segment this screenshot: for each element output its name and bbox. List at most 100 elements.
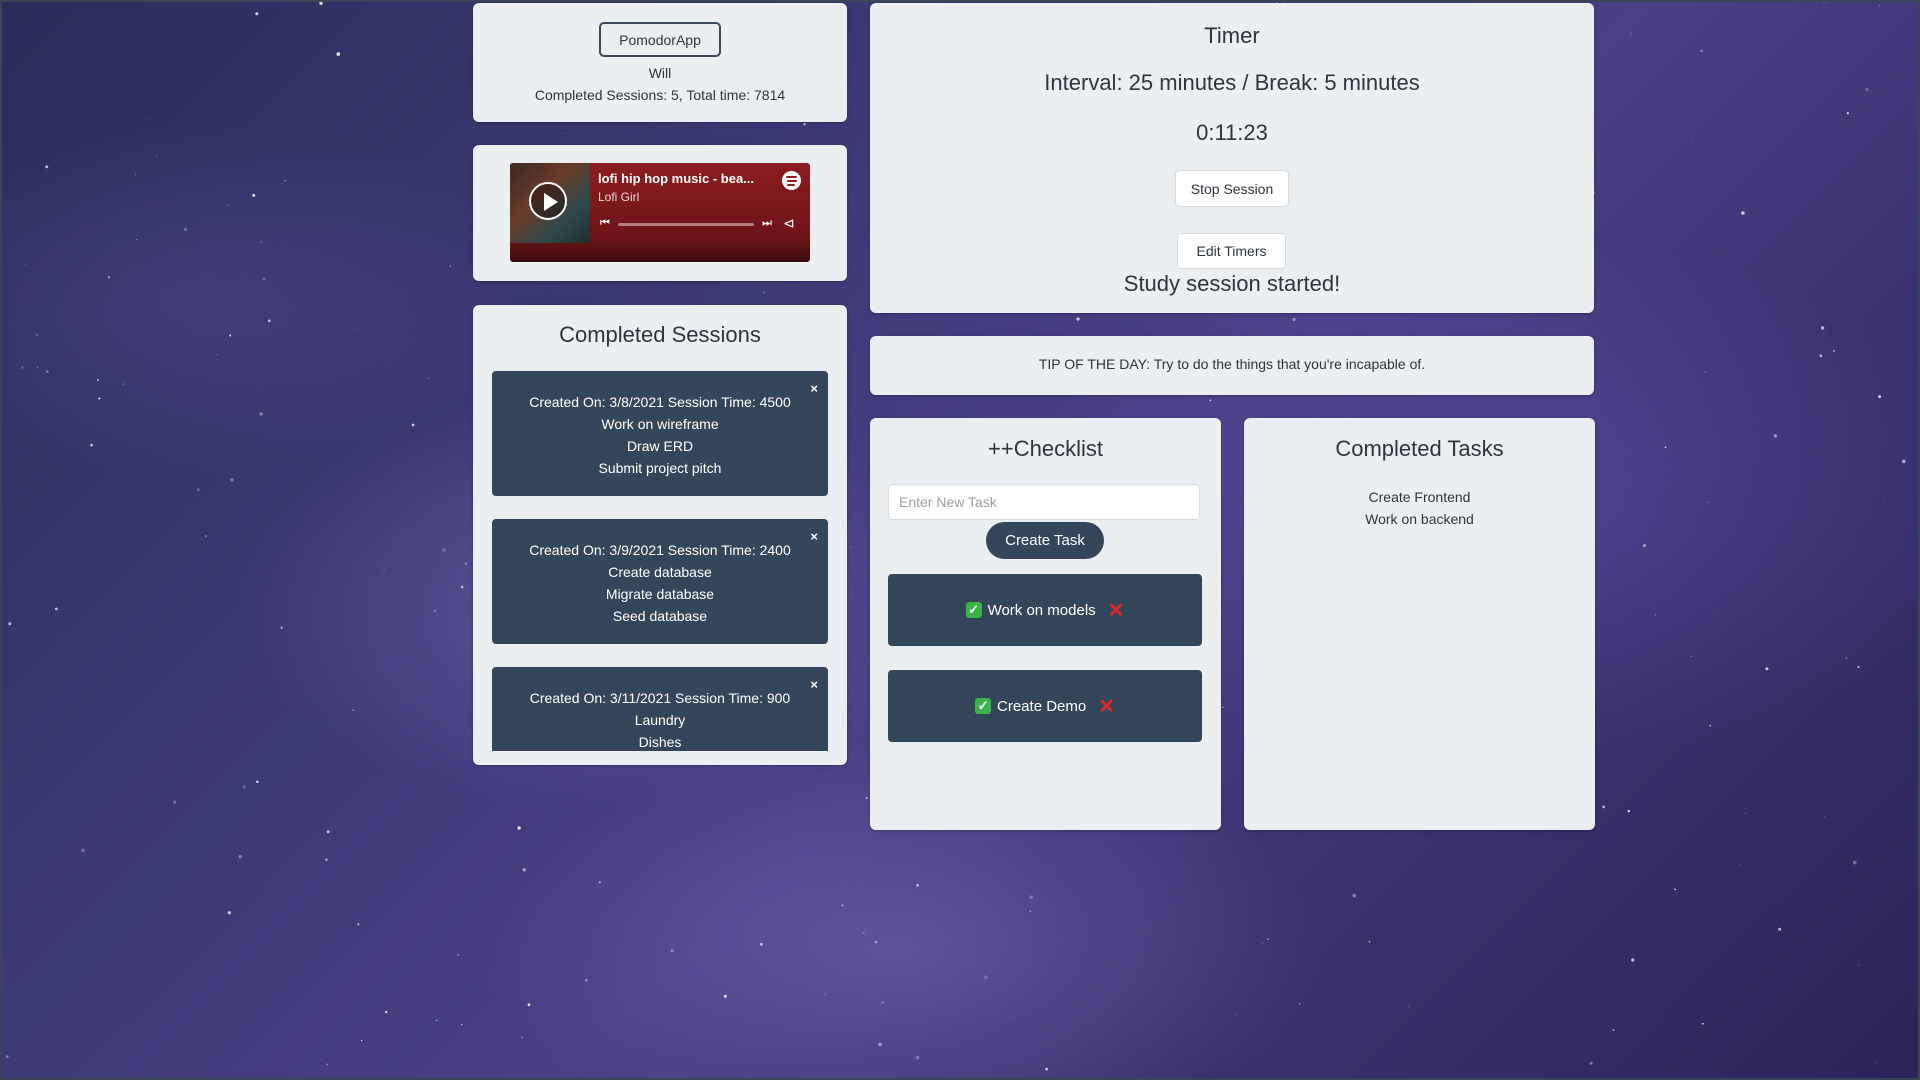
star [1773, 434, 1778, 438]
new-task-input[interactable] [888, 484, 1200, 520]
star [457, 953, 460, 956]
star [260, 240, 263, 243]
star [37, 366, 39, 368]
star [1858, 964, 1860, 966]
star [1589, 1061, 1593, 1065]
star [238, 854, 242, 859]
spotify-embed-player[interactable]: lofi hip hop music - bea... Lofi Girl ⏮ … [510, 163, 810, 262]
star [442, 548, 446, 552]
star [97, 379, 99, 381]
star [1674, 888, 1677, 891]
play-icon[interactable] [529, 182, 567, 220]
playback-progress-bar[interactable] [618, 223, 754, 226]
close-icon[interactable]: × [810, 378, 818, 400]
star [1631, 958, 1635, 962]
star [54, 607, 58, 611]
sessions-list[interactable]: × Created On: 3/8/2021 Session Time: 450… [492, 371, 828, 751]
star [1612, 1029, 1615, 1032]
session-task: Draw ERD [626, 438, 694, 454]
spotify-icon[interactable] [782, 171, 801, 190]
stop-session-button[interactable]: Stop Session [1175, 170, 1289, 207]
star [520, 1036, 524, 1039]
star [1901, 459, 1906, 464]
star [1845, 657, 1848, 659]
star [1222, 706, 1224, 708]
edit-timers-button[interactable]: Edit Timers [1177, 233, 1286, 269]
track-artist[interactable]: Lofi Girl [598, 190, 639, 204]
star [256, 780, 259, 784]
close-icon[interactable]: × [810, 526, 818, 548]
interval-settings: Interval: 25 minutes / Break: 5 minutes [1044, 70, 1420, 95]
tip-of-the-day: TIP OF THE DAY: Try to do the things tha… [1038, 356, 1426, 372]
star [262, 277, 266, 281]
next-icon[interactable]: ⏭ [762, 217, 772, 230]
star [136, 238, 138, 241]
star [1368, 940, 1371, 943]
star [598, 881, 601, 884]
tip-card: TIP OF THE DAY: Try to do the things tha… [870, 336, 1594, 395]
star [881, 1001, 884, 1004]
star [1879, 5, 1881, 7]
session-task: Work on wireframe [601, 416, 719, 432]
star [824, 993, 826, 995]
star [762, 291, 766, 294]
star [5, 1055, 9, 1058]
star [461, 1023, 463, 1026]
star [1846, 112, 1849, 115]
timer-heading: Timer [1204, 23, 1260, 48]
completed-sessions-heading: Completed Sessions [559, 322, 761, 347]
music-card: lofi hip hop music - bea... Lofi Girl ⏮ … [473, 145, 847, 281]
star [20, 365, 24, 369]
star [865, 797, 868, 799]
star [1029, 910, 1032, 912]
star [1765, 667, 1769, 671]
star [1820, 326, 1825, 330]
track-title[interactable]: lofi hip hop music - bea... [598, 171, 754, 186]
completed-task-item: Work on backend [1365, 511, 1474, 527]
completed-tasks-list: Create Frontend Work on backend [1244, 486, 1595, 530]
star [1878, 395, 1882, 399]
completed-tasks-card: Completed Tasks Create Frontend Work on … [1244, 418, 1595, 830]
star [255, 12, 259, 16]
app-home-button[interactable]: PomodorApp [599, 22, 721, 57]
delete-icon[interactable]: ✕ [1108, 598, 1125, 623]
star [1261, 943, 1264, 945]
star [1045, 1067, 1048, 1071]
star [1690, 655, 1692, 657]
star [384, 1010, 388, 1014]
star [1857, 665, 1860, 669]
check-icon[interactable]: ✓ [965, 602, 982, 618]
star [226, 204, 229, 206]
session-header: Created On: 3/8/2021 Session Time: 4500 [529, 394, 791, 410]
session-header: Created On: 3/9/2021 Session Time: 2400 [529, 542, 791, 558]
previous-icon[interactable]: ⏮ [600, 217, 610, 230]
create-task-button[interactable]: Create Task [986, 522, 1104, 559]
star [325, 858, 328, 861]
share-icon[interactable]: ⊲ [783, 215, 795, 232]
checklist-card: ++Checklist Create Task ✓ Work on models… [870, 418, 1221, 830]
star [326, 830, 330, 834]
session-item: × Created On: 3/9/2021 Session Time: 240… [492, 519, 828, 644]
star [98, 397, 101, 400]
star [1716, 613, 1718, 615]
star [280, 626, 283, 629]
star [1690, 139, 1692, 141]
star [107, 276, 111, 279]
star [1866, 307, 1868, 309]
star [184, 227, 188, 231]
delete-icon[interactable]: ✕ [1098, 694, 1115, 719]
star [1642, 543, 1647, 548]
check-icon[interactable]: ✓ [975, 698, 992, 714]
star [1654, 614, 1657, 616]
profile-card: PomodorApp Will Completed Sessions: 5, T… [473, 3, 847, 122]
completed-tasks-heading: Completed Tasks [1335, 436, 1504, 461]
star [1741, 211, 1745, 215]
completed-task-item: Create Frontend [1368, 489, 1471, 505]
star [473, 814, 475, 816]
close-icon[interactable]: × [810, 674, 818, 696]
session-task: Seed database [612, 608, 708, 624]
star [1707, 501, 1709, 504]
session-task: Laundry [634, 712, 686, 728]
star [1883, 498, 1885, 500]
checklist-item: ✓ Create Demo ✕ [888, 670, 1202, 742]
